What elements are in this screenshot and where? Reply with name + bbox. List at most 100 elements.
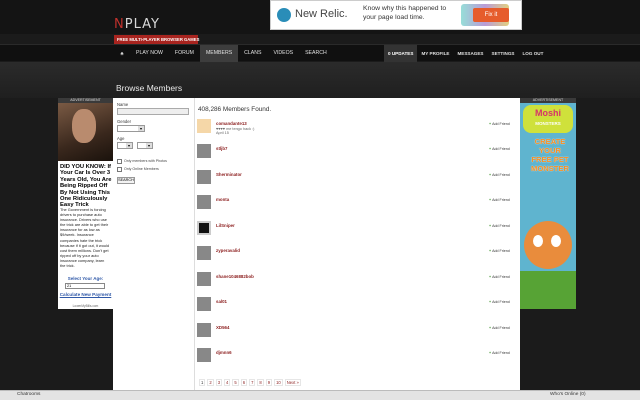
- ad-headline[interactable]: DID YOU KNOW: If Your Car Is Over 3 Year…: [60, 164, 112, 209]
- ad-photo: [58, 103, 113, 161]
- ad-site: LowerMyBills.com: [72, 304, 99, 308]
- member-name[interactable]: Sherminator: [216, 172, 242, 177]
- add-friend-button[interactable]: Add Friend: [489, 275, 510, 279]
- avatar[interactable]: [197, 119, 211, 133]
- add-friend-button[interactable]: Add Friend: [489, 173, 510, 177]
- photos-only-checkbox[interactable]: [117, 159, 122, 164]
- chevron-down-icon: ▾: [146, 143, 152, 148]
- age-min-select[interactable]: ▾: [117, 142, 133, 149]
- ad-body: The Government is forcing drivers to pur…: [60, 207, 110, 269]
- avatar[interactable]: [197, 221, 211, 235]
- add-friend-button[interactable]: Add Friend: [489, 224, 510, 228]
- add-friend-button[interactable]: Add Friend: [489, 326, 510, 330]
- left-sidebar-ad[interactable]: DID YOU KNOW: If Your Car Is Over 3 Year…: [58, 103, 113, 309]
- add-friend-button[interactable]: Add Friend: [489, 122, 510, 126]
- filter-panel: Name Gender ▾ Age ▾ ▾ Only members with …: [113, 98, 195, 390]
- logo-rest: PLAY: [124, 17, 160, 32]
- member-row: LilSniper Add Friend: [197, 221, 515, 241]
- nav-settings[interactable]: SETTINGS: [488, 45, 519, 62]
- whos-online-button[interactable]: Who's Online (0): [550, 392, 586, 397]
- member-name[interactable]: zyperavalid: [216, 248, 240, 253]
- top-banner-ad[interactable]: New Relic. Know why this happened to you…: [270, 0, 522, 30]
- pagination: 1 2 3 4 5 6 7 8 9 10 Next »: [199, 379, 301, 386]
- member-name[interactable]: sal01: [216, 299, 227, 304]
- updates-badge[interactable]: 0 UPDATES: [384, 45, 418, 62]
- age-max-select[interactable]: ▾: [137, 142, 153, 149]
- monster-image: [524, 221, 572, 269]
- page-link[interactable]: 7: [249, 379, 256, 386]
- gender-select[interactable]: ▾: [117, 125, 145, 132]
- ad-message: Know why this happened to your page load…: [363, 5, 447, 21]
- avatar[interactable]: [197, 170, 211, 184]
- gender-label: Gender: [117, 119, 131, 124]
- home-icon[interactable]: [114, 45, 130, 62]
- nav-messages[interactable]: MESSAGES: [453, 45, 487, 62]
- page-link-current[interactable]: 1: [199, 379, 206, 386]
- right-sidebar-ad[interactable]: Moshi MONSTERS CREATE YOUR FREE PET MONST…: [520, 103, 576, 309]
- avatar[interactable]: [197, 246, 211, 260]
- chatrooms-button[interactable]: Chatrooms: [17, 392, 40, 397]
- nav-videos[interactable]: VIDEOS: [267, 45, 299, 62]
- ad-cta-text[interactable]: CREATE YOUR FREE PET MONSTER: [528, 137, 572, 173]
- avatar[interactable]: [197, 297, 211, 311]
- next-page-link[interactable]: Next »: [284, 379, 301, 386]
- member-name[interactable]: LilSniper: [216, 223, 235, 228]
- nav-clans[interactable]: CLANS: [238, 45, 267, 62]
- site-tagline: FREE MULTI-PLAYER BROWSER GAMES: [114, 35, 199, 44]
- plant-image: [520, 271, 576, 309]
- add-friend-button[interactable]: Add Friend: [489, 351, 510, 355]
- member-name[interactable]: monta: [216, 197, 229, 202]
- member-status-date: April 15: [216, 131, 229, 135]
- fix-it-button[interactable]: Fix it: [473, 8, 509, 22]
- avatar[interactable]: [197, 272, 211, 286]
- nav-search[interactable]: SEARCH: [299, 45, 333, 62]
- member-name[interactable]: shane1046882bob: [216, 274, 254, 279]
- chevron-down-icon: ▾: [126, 143, 132, 148]
- main-navbar: PLAY NOW FORUM MEMBERS CLANS VIDEOS SEAR…: [0, 44, 640, 62]
- nav-play-now[interactable]: PLAY NOW: [130, 45, 169, 62]
- avatar[interactable]: [197, 195, 211, 209]
- member-row: stljb7 Add Friend: [197, 144, 515, 164]
- member-name[interactable]: XD564: [216, 325, 229, 330]
- member-name[interactable]: djmnn6: [216, 350, 232, 355]
- member-row: djmnn6 Add Friend: [197, 348, 515, 368]
- page: NPLAY FREE MULTI-PLAYER BROWSER GAMES Ne…: [0, 0, 640, 400]
- nav-right: 0 UPDATES MY PROFILE MESSAGES SETTINGS L…: [384, 45, 547, 62]
- avatar[interactable]: [197, 348, 211, 362]
- ad-calculate-link[interactable]: Calculate New Payment: [58, 292, 113, 298]
- nav-left: PLAY NOW FORUM MEMBERS CLANS VIDEOS SEAR…: [114, 45, 333, 62]
- page-link[interactable]: 6: [240, 379, 248, 386]
- site-logo[interactable]: NPLAY: [114, 18, 160, 32]
- member-name[interactable]: stljb7: [216, 146, 227, 151]
- avatar[interactable]: [197, 144, 211, 158]
- member-name[interactable]: comandante13: [216, 121, 247, 126]
- add-friend-button[interactable]: Add Friend: [489, 300, 510, 304]
- page-link[interactable]: 9: [265, 379, 273, 386]
- page-link[interactable]: 8: [257, 379, 264, 386]
- add-friend-button[interactable]: Add Friend: [489, 198, 510, 202]
- name-input[interactable]: [117, 108, 189, 115]
- name-label: Name: [117, 102, 129, 107]
- nav-log-out[interactable]: LOG OUT: [518, 45, 547, 62]
- add-friend-button[interactable]: Add Friend: [489, 249, 510, 253]
- nav-my-profile[interactable]: MY PROFILE: [417, 45, 453, 62]
- member-row: shane1046882bob Add Friend: [197, 272, 515, 292]
- nav-members[interactable]: MEMBERS: [199, 45, 239, 62]
- page-link[interactable]: 5: [232, 379, 239, 386]
- online-only-checkbox[interactable]: [117, 167, 122, 172]
- nav-forum[interactable]: FORUM: [169, 45, 200, 62]
- page-link[interactable]: 10: [274, 379, 283, 386]
- search-button[interactable]: SEARCH: [117, 177, 135, 184]
- photos-only-label: Only members with Photos: [124, 159, 167, 163]
- add-friend-button[interactable]: Add Friend: [489, 147, 510, 151]
- member-row: sal01 Add Friend: [197, 297, 515, 317]
- chevron-down-icon: ▾: [138, 126, 144, 131]
- members-found-count: 408,286 Members Found.: [198, 106, 272, 113]
- page-link[interactable]: 4: [224, 379, 231, 386]
- member-row: monta Add Friend: [197, 195, 515, 215]
- ad-age-select[interactable]: 21: [65, 283, 105, 289]
- page-link[interactable]: 2: [207, 379, 214, 386]
- page-link[interactable]: 3: [215, 379, 223, 386]
- ad-face-image: [72, 109, 96, 143]
- avatar[interactable]: [197, 323, 211, 337]
